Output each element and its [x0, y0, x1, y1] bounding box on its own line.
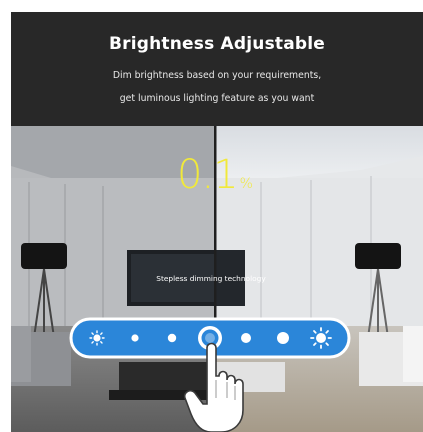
level-dot-1[interactable]: [131, 334, 139, 342]
dimming-tech-label: Stepless dimming technology: [156, 274, 266, 283]
level-dot-2[interactable]: [167, 333, 177, 343]
banner-title: Brightness Adjustable: [108, 34, 326, 54]
brightness-value: 0.1: [177, 152, 239, 198]
level-dot-4[interactable]: [277, 332, 289, 344]
sun-min-icon: [89, 330, 105, 346]
product-banner: Brightness Adjustable Dim brightness bas…: [11, 12, 423, 432]
level-dot-3[interactable]: [241, 333, 251, 343]
brightness-unit: %: [239, 176, 253, 192]
sun-max-icon: [310, 327, 332, 349]
banner-subtitle-line2: get luminous lighting feature as you wan…: [119, 93, 315, 104]
banner-subtitle-line1: Dim brightness based on your requirement…: [112, 70, 322, 81]
banner-header: Brightness Adjustable Dim brightness bas…: [11, 12, 423, 126]
brightness-readout: 0.1%: [177, 152, 253, 198]
